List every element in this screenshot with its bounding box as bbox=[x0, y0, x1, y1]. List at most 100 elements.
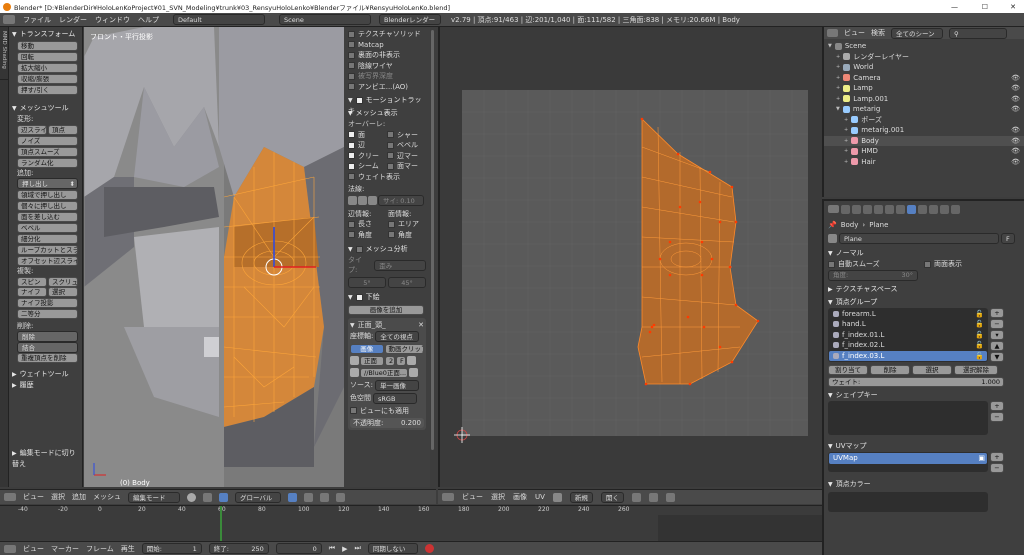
current-frame-line[interactable] bbox=[220, 506, 222, 541]
outliner-display-mode[interactable]: 全てのシーン bbox=[891, 27, 943, 39]
edge-slide-button[interactable]: 辺スライ bbox=[17, 124, 47, 135]
spin-button[interactable]: スピン bbox=[17, 276, 47, 287]
checkbox-icon[interactable] bbox=[387, 162, 394, 170]
expand-icon[interactable]: + bbox=[836, 83, 840, 94]
record-icon[interactable] bbox=[424, 544, 434, 553]
meshtools-panel-header[interactable]: ▼ メッシュツール bbox=[12, 103, 79, 114]
menu-file[interactable]: ファイル bbox=[23, 15, 51, 25]
maximize-button[interactable]: ☐ bbox=[982, 3, 988, 11]
face-angle-checkbox[interactable]: 角度 bbox=[388, 230, 412, 241]
checkbox-icon[interactable] bbox=[387, 131, 394, 138]
uv-snap-icon[interactable] bbox=[665, 492, 675, 502]
overlay-right-1[interactable]: ベベル bbox=[387, 140, 426, 151]
uvmaps-header[interactable]: ▼ UVマップ bbox=[828, 441, 1020, 452]
checkbox-icon[interactable] bbox=[348, 162, 355, 170]
properties-editor-icon[interactable] bbox=[828, 205, 839, 213]
vertex-color-list[interactable] bbox=[828, 492, 988, 512]
deselect-button[interactable]: 選択解除 bbox=[954, 365, 998, 375]
vertex-colors-header[interactable]: ▼ 頂点カラー bbox=[828, 479, 1020, 490]
scene-selector[interactable]: Scene bbox=[279, 14, 371, 25]
delete-dropdown[interactable]: 削除 bbox=[17, 331, 78, 342]
pivot-icon[interactable] bbox=[203, 492, 212, 502]
analysis-min-field[interactable]: 5° bbox=[348, 277, 386, 288]
timeline-play-menu[interactable]: 再生 bbox=[121, 544, 135, 554]
mesh-display-header[interactable]: ▼ メッシュ表示 bbox=[348, 108, 426, 119]
checkbox-icon[interactable] bbox=[348, 131, 355, 138]
sync-mode-dropdown[interactable]: 同期しない bbox=[367, 543, 418, 554]
colorspace-dropdown[interactable]: sRGB bbox=[373, 392, 417, 404]
lock-icon[interactable]: 🔓 bbox=[975, 309, 984, 320]
checkbox-icon[interactable] bbox=[348, 30, 355, 38]
view-menu[interactable]: ビュー bbox=[23, 492, 44, 502]
panel-scrollbar[interactable] bbox=[431, 30, 434, 450]
play-icon[interactable]: ▶ bbox=[342, 545, 347, 553]
add-button-6[interactable]: オフセット辺スライド bbox=[17, 256, 78, 266]
mode-selector[interactable]: 編集モード bbox=[128, 491, 180, 503]
vertex-group-item[interactable]: forearm.L 🔓 bbox=[829, 309, 987, 320]
shading-option-5[interactable]: アンビエ...(AO) bbox=[348, 82, 426, 93]
vertex-groups-header[interactable]: ▼ 頂点グループ bbox=[828, 297, 1020, 308]
opacity-value[interactable]: 0.200 bbox=[401, 419, 421, 427]
checkbox-icon[interactable] bbox=[348, 62, 355, 69]
menu-help[interactable]: ヘルプ bbox=[138, 15, 159, 25]
add-button-0[interactable]: 領域で押し出し bbox=[17, 190, 78, 200]
shading-option-4[interactable]: 被写界深度 bbox=[348, 71, 426, 82]
outliner-item[interactable]: + Body 👁 bbox=[824, 135, 1024, 147]
outliner-item[interactable]: + Hair 👁 bbox=[824, 157, 1024, 168]
expand-icon[interactable]: + bbox=[836, 73, 840, 84]
vgroup-specials-button[interactable]: ▾ bbox=[990, 329, 1004, 340]
dup-button-0[interactable]: ナイフ投影 bbox=[17, 297, 78, 308]
eye-icon[interactable]: 👁 bbox=[1011, 73, 1020, 84]
merge-dropdown[interactable]: 結合 bbox=[17, 342, 78, 353]
vertex-group-item[interactable]: f_index.01.L 🔓 bbox=[829, 330, 987, 341]
3d-editor-icon[interactable] bbox=[4, 493, 16, 501]
normals-panel-header[interactable]: ▼ ノーマル bbox=[828, 248, 1020, 259]
info-editor-icon[interactable] bbox=[3, 15, 15, 24]
close-button[interactable]: ✕ bbox=[1010, 3, 1016, 11]
shading-option-2[interactable]: 裏面の非表示 bbox=[348, 50, 426, 61]
add-menu[interactable]: 追加 bbox=[72, 492, 86, 502]
overlay-left-1[interactable]: 辺 bbox=[348, 140, 387, 151]
start-frame-field[interactable]: 開始: 1 bbox=[141, 543, 202, 554]
outliner-item[interactable]: + World bbox=[824, 62, 1024, 73]
checkbox-icon[interactable] bbox=[348, 51, 355, 59]
mesh-fake-user[interactable]: F bbox=[1001, 233, 1015, 244]
add-vgroup-button[interactable]: + bbox=[990, 307, 1004, 318]
snap-icon[interactable] bbox=[336, 492, 345, 502]
uv-editor-icon[interactable] bbox=[442, 493, 454, 501]
object-tab-icon[interactable] bbox=[874, 204, 883, 214]
outliner-item[interactable]: ▼ Scene bbox=[824, 41, 1024, 52]
axis-dropdown[interactable]: 全ての視点 bbox=[375, 330, 420, 342]
eye-icon[interactable]: 👁 bbox=[1011, 104, 1020, 115]
toggle-editmode-header[interactable]: ▶ 編集モードに切り替え bbox=[12, 448, 82, 468]
expand-icon[interactable]: + bbox=[844, 125, 848, 136]
expand-icon[interactable]: ▼ bbox=[836, 104, 840, 115]
timeline[interactable]: -40-200204060801001201401601802002202402… bbox=[0, 505, 822, 541]
add-button-3[interactable]: ベベル bbox=[17, 223, 78, 233]
overlay-left-3[interactable]: シーム bbox=[348, 161, 387, 172]
constraints-tab-icon[interactable] bbox=[885, 204, 894, 214]
edge-angle-checkbox[interactable]: 角度 bbox=[348, 230, 388, 241]
remove-doubles-button[interactable]: 重複頂点を削除 bbox=[17, 353, 78, 363]
deform-button-0[interactable]: ノイズ bbox=[17, 135, 78, 146]
outliner-item[interactable]: + Lamp 👁 bbox=[824, 83, 1024, 94]
shading-option-1[interactable]: Matcap bbox=[348, 40, 426, 51]
new-image-button[interactable]: 新規 bbox=[569, 491, 593, 503]
outliner-item[interactable]: + ポーズ bbox=[824, 115, 1024, 126]
tool-tab-8[interactable]: MMD Shading bbox=[0, 27, 8, 80]
background-images-header[interactable]: ▼ 下絵 bbox=[348, 292, 426, 303]
image-browse-icon[interactable] bbox=[350, 356, 359, 365]
double-sided-checkbox[interactable]: 両面表示 bbox=[924, 259, 962, 270]
lock-icon[interactable]: 🔓 bbox=[975, 330, 984, 341]
transform-button-0[interactable]: 移動 bbox=[17, 41, 78, 51]
autosmooth-checkbox[interactable]: 自動スムーズ bbox=[828, 259, 924, 270]
expand-icon[interactable]: + bbox=[844, 136, 848, 147]
eye-icon[interactable]: 👁 bbox=[1011, 125, 1020, 136]
add-button-4[interactable]: 細分化 bbox=[17, 234, 78, 244]
add-shapekey-button[interactable]: + bbox=[990, 401, 1004, 411]
lock-icon[interactable]: 🔓 bbox=[975, 351, 984, 362]
deform-button-1[interactable]: 頂点スムーズ bbox=[17, 146, 78, 157]
viewport-3d[interactable]: フロント・平行投影 (0) Body bbox=[84, 27, 344, 487]
uv-uvs-menu[interactable]: UV bbox=[535, 493, 545, 501]
expand-icon[interactable]: + bbox=[844, 157, 848, 168]
